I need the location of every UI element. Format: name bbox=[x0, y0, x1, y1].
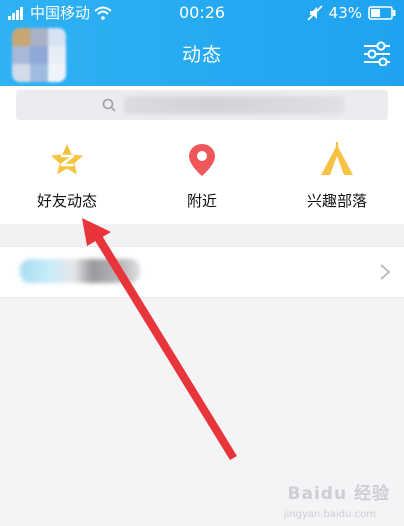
battery-percent: 43% bbox=[328, 4, 362, 22]
location-pin-icon bbox=[189, 144, 215, 176]
search-input[interactable] bbox=[16, 90, 388, 120]
quick-item-label: 好友动态 bbox=[36, 192, 97, 210]
chevron-right-icon bbox=[380, 264, 390, 280]
header-bar: 中国移动 00:26 43% 动态 bbox=[0, 0, 404, 86]
search-area bbox=[0, 86, 404, 130]
quick-item-nearby[interactable]: 附近 bbox=[135, 140, 269, 224]
battery-icon bbox=[368, 6, 396, 20]
feed-row[interactable] bbox=[0, 246, 404, 298]
quick-item-friend-feed[interactable]: 好友动态 bbox=[0, 140, 134, 224]
tent-icon bbox=[321, 142, 353, 175]
quick-item-interest-tribe[interactable]: 兴趣部落 bbox=[270, 140, 404, 224]
qzone-star-icon bbox=[51, 144, 83, 175]
section-divider bbox=[0, 224, 404, 246]
status-bar: 中国移动 00:26 43% bbox=[0, 0, 404, 26]
page-title: 动态 bbox=[181, 44, 222, 66]
mute-icon bbox=[307, 5, 323, 21]
quick-item-label: 兴趣部落 bbox=[306, 192, 367, 210]
watermark-url: jingyan.baidu.com bbox=[283, 509, 376, 520]
quick-access-row: 好友动态 附近 兴趣部落 bbox=[0, 130, 404, 224]
quick-item-label: 附近 bbox=[186, 192, 217, 210]
search-icon bbox=[102, 98, 116, 112]
sliders-icon[interactable] bbox=[362, 40, 392, 66]
watermark-logo: Baidu 经验 bbox=[287, 484, 390, 504]
feed-row-content-blurred bbox=[20, 259, 140, 283]
search-placeholder-blurred bbox=[124, 96, 344, 114]
